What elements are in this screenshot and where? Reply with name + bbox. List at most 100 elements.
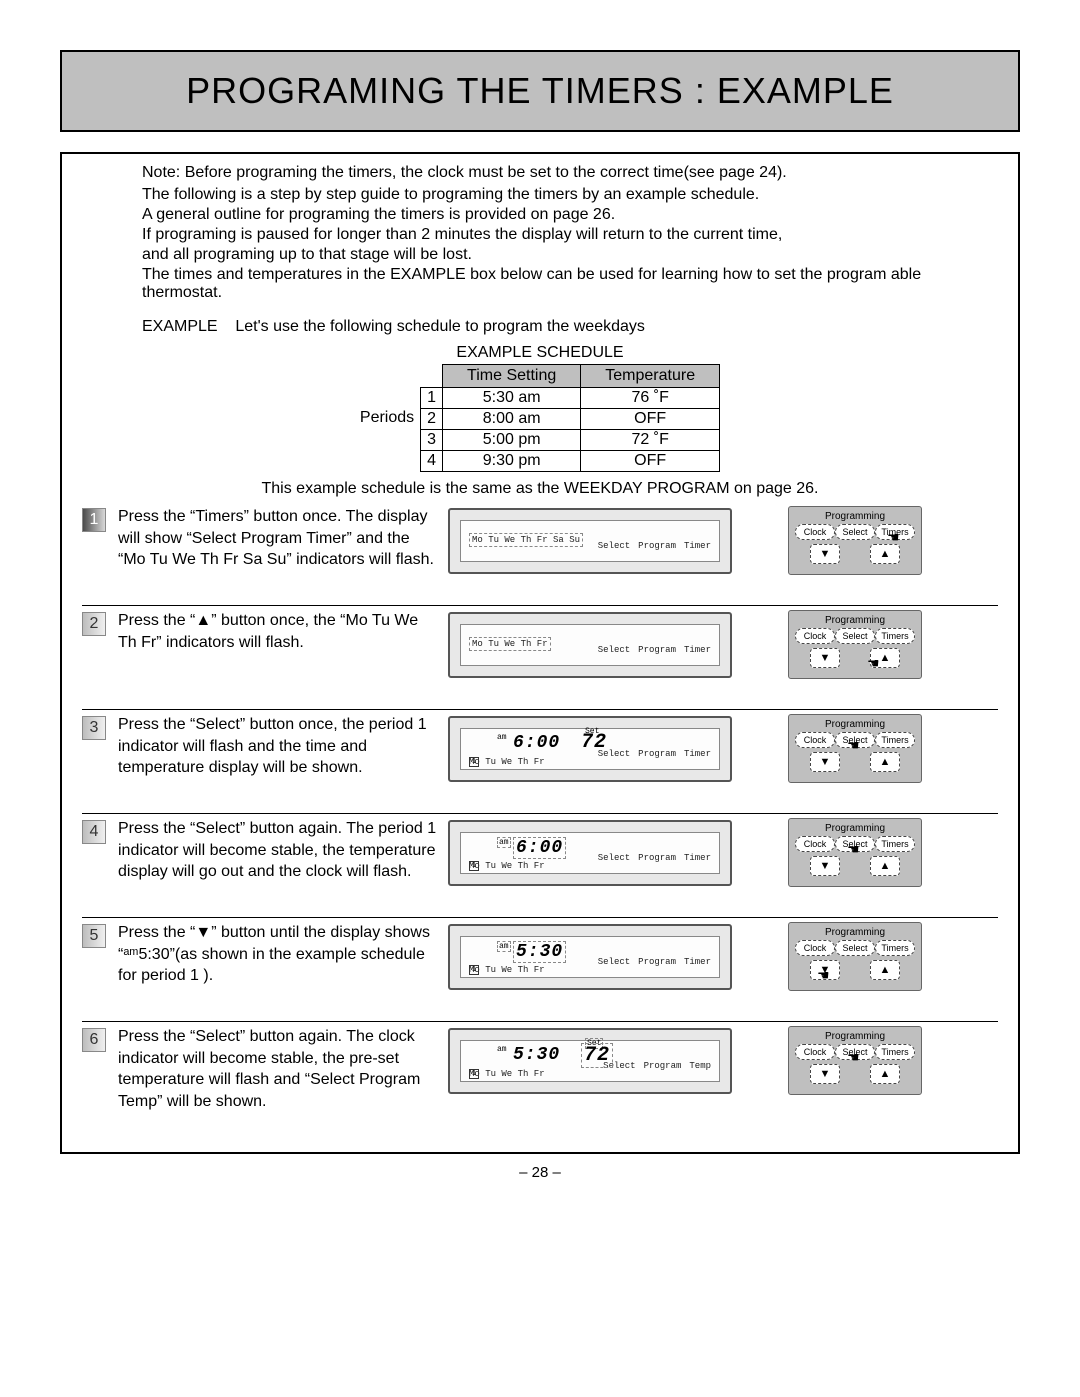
control-panel-title: Programming <box>795 823 915 836</box>
select-button[interactable]: Select <box>835 524 875 540</box>
controls-column: ProgrammingClockSelectTimers▼▲☚ <box>748 610 948 679</box>
lcd-days-indicator: Mo Tu We Th Fr Sa Su <box>469 533 583 547</box>
lcd-label-program: Program <box>638 853 676 863</box>
schedule-note: This example schedule is the same as the… <box>62 474 1018 502</box>
down-button[interactable]: ▼ <box>810 544 840 564</box>
temp-cell: OFF <box>581 451 720 472</box>
step-row: 5Press the “▼” button until the display … <box>82 918 998 1022</box>
table-row: 3 5:00 pm 72 ˚F <box>421 430 720 451</box>
lcd-days-indicator: Mo Tu We Th Fr <box>469 757 545 767</box>
step-number: 4 <box>82 820 106 844</box>
down-button[interactable]: ▼ <box>810 856 840 876</box>
lcd-days-indicator: Mo Tu We Th Fr <box>469 861 545 871</box>
timers-button[interactable]: Timers <box>875 940 915 956</box>
lcd-label-select: Select <box>598 957 630 967</box>
up-button[interactable]: ▲ <box>870 856 900 876</box>
lcd-mode-labels: SelectProgramTimer <box>598 645 711 655</box>
lcd-am-indicator: am <box>497 733 507 742</box>
lcd-label-select: Select <box>598 645 630 655</box>
lcd-temp-display: 72 <box>581 731 607 754</box>
lcd-column: Mo Tu We Th FrSelectProgramTimeram6:001 <box>448 818 748 887</box>
up-button[interactable]: ▲ <box>870 752 900 772</box>
down-button[interactable]: ▼ <box>810 960 840 980</box>
clock-button[interactable]: Clock <box>795 1044 835 1060</box>
control-panel: ProgrammingClockSelectTimers▼▲☚ <box>788 1026 922 1095</box>
controls-column: ProgrammingClockSelectTimers▼▲☚ <box>748 1026 948 1112</box>
timers-button[interactable]: Timers <box>875 836 915 852</box>
select-button[interactable]: Select <box>835 940 875 956</box>
lcd-label-program: Program <box>644 1061 682 1071</box>
step-number: 6 <box>82 1028 106 1052</box>
up-button[interactable]: ▲ <box>870 648 900 668</box>
step-row: 4 Press the “Select” button again. The pe… <box>82 814 998 918</box>
controls-column: ProgrammingClockSelectTimers▼▲☚ <box>748 714 948 783</box>
up-button[interactable]: ▲ <box>870 1064 900 1084</box>
period-num: 3 <box>421 430 443 451</box>
example-label: EXAMPLE <box>142 318 218 335</box>
lcd-days-indicator: Mo Tu We Th Fr <box>469 965 545 975</box>
step-row: 1Press the “Timers” button once. The dis… <box>82 502 998 606</box>
down-button[interactable]: ▼ <box>810 648 840 668</box>
step-text: Press the “Select” button once, the peri… <box>118 714 448 783</box>
intro-block: The following is a step by step guide to… <box>62 186 1018 302</box>
lcd-label-temp: Temp <box>689 1061 711 1071</box>
example-line: EXAMPLE Let's use the following schedule… <box>62 304 1018 340</box>
table-row: 1 5:30 am 76 ˚F <box>421 388 720 409</box>
step-text: Press the “Select” button again. The per… <box>118 818 448 887</box>
page-title: PROGRAMING THE TIMERS : EXAMPLE <box>60 50 1020 132</box>
step-row: 3 Press the “Select” button once, the per… <box>82 710 998 814</box>
example-text: Let's use the following schedule to prog… <box>235 318 645 335</box>
control-panel: ProgrammingClockSelectTimers▼▲☚ <box>788 506 922 575</box>
clock-button[interactable]: Clock <box>795 940 835 956</box>
down-button[interactable]: ▼ <box>810 752 840 772</box>
clock-button[interactable]: Clock <box>795 628 835 644</box>
lcd-label-timer: Timer <box>684 853 711 863</box>
up-button[interactable]: ▲ <box>870 544 900 564</box>
select-button[interactable]: Select <box>835 836 875 852</box>
step-text: Press the “▲” button once, the “Mo Tu We… <box>118 610 448 679</box>
lcd-mode-labels: SelectProgramTimer <box>598 957 711 967</box>
lcd-label-program: Program <box>638 749 676 759</box>
content-box: Note: Before programing the timers, the … <box>60 152 1020 1154</box>
timers-button[interactable]: Timers <box>875 524 915 540</box>
step-row: 2Press the “▲” button once, the “Mo Tu W… <box>82 606 998 710</box>
control-panel: ProgrammingClockSelectTimers▼▲☚ <box>788 818 922 887</box>
lcd-am-indicator: am <box>497 1045 507 1054</box>
intro-line: The following is a step by step guide to… <box>62 186 1018 204</box>
lcd-display: Mo Tu We Th Fr Sa SuSelectProgramTimer <box>448 508 732 574</box>
step-text: Press the “▼” button until the display s… <box>118 922 448 991</box>
temp-cell: OFF <box>581 409 720 430</box>
lcd-column: Mo Tu We Th FrSelectProgramTimeram6:00Se… <box>448 714 748 783</box>
step-number: 1 <box>82 508 106 532</box>
control-panel: ProgrammingClockSelectTimers▼▲☚ <box>788 714 922 783</box>
timers-button[interactable]: Timers <box>875 1044 915 1060</box>
lcd-period-indicator: 1 <box>469 1069 479 1079</box>
period-num: 2 <box>421 409 443 430</box>
lcd-days-indicator: Mo Tu We Th Fr <box>469 637 551 651</box>
lcd-label-program: Program <box>638 645 676 655</box>
lcd-mode-labels: SelectProgramTimer <box>598 853 711 863</box>
time-cell: 8:00 am <box>443 409 581 430</box>
clock-button[interactable]: Clock <box>795 836 835 852</box>
clock-button[interactable]: Clock <box>795 732 835 748</box>
period-num: 4 <box>421 451 443 472</box>
select-button[interactable]: Select <box>835 1044 875 1060</box>
timers-button[interactable]: Timers <box>875 628 915 644</box>
select-button[interactable]: Select <box>835 732 875 748</box>
timers-button[interactable]: Timers <box>875 732 915 748</box>
schedule-header: Temperature <box>581 365 720 388</box>
lcd-column: Mo Tu We Th Fr Sa SuSelectProgramTimer <box>448 506 748 575</box>
up-button[interactable]: ▲ <box>870 960 900 980</box>
schedule-caption: EXAMPLE SCHEDULE <box>62 340 1018 362</box>
controls-column: ProgrammingClockSelectTimers▼▲☚ <box>748 506 948 575</box>
control-panel: ProgrammingClockSelectTimers▼▲☚ <box>788 922 922 991</box>
clock-button[interactable]: Clock <box>795 524 835 540</box>
step-number: 3 <box>82 716 106 740</box>
control-panel-title: Programming <box>795 927 915 940</box>
down-button[interactable]: ▼ <box>810 1064 840 1084</box>
lcd-time-display: 6:00 <box>513 837 566 859</box>
lcd-period-indicator: 1 <box>469 757 479 767</box>
lcd-label-timer: Timer <box>684 749 711 759</box>
schedule-table-wrap: Periods Time Setting Temperature 1 5:30 … <box>62 362 1018 474</box>
select-button[interactable]: Select <box>835 628 875 644</box>
